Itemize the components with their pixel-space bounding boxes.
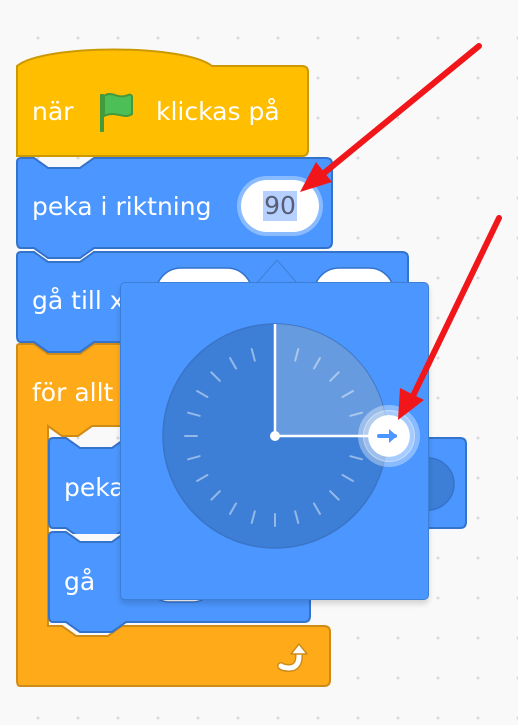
arrow-to-direction-field	[300, 43, 482, 192]
annotation-arrows	[300, 43, 502, 420]
arrow-to-dial-handle	[398, 215, 502, 420]
